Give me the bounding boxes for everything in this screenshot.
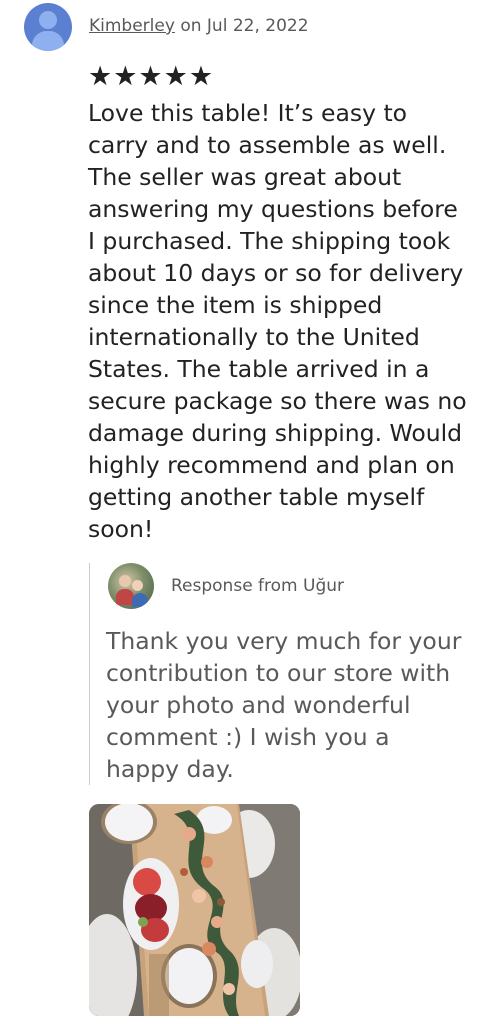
star-rating: ★★★★★	[88, 61, 215, 92]
review-header: Kimberley on Jul 22, 2022	[24, 3, 309, 51]
avatar-person-2-shape	[132, 580, 143, 591]
review-meta: Kimberley on Jul 22, 2022	[89, 16, 309, 36]
response-header: Response from Uğur	[108, 563, 469, 609]
review-text: Love this table! It’s easy to carry and …	[88, 99, 467, 543]
review-photo[interactable]	[89, 804, 300, 1016]
reviewer-avatar[interactable]	[24, 3, 72, 51]
avatar-person-1-shape	[119, 575, 131, 587]
response-text: Thank you very much for your contributio…	[106, 627, 462, 783]
seller-response: Response from Uğur Thank you very much f…	[89, 563, 469, 785]
shop-owner-avatar[interactable]	[108, 563, 154, 609]
review-photo-illustration	[89, 804, 300, 1016]
review-date: on Jul 22, 2022	[174, 16, 309, 36]
avatar-person-2-body	[132, 593, 148, 607]
avatar-body-shape	[32, 31, 64, 51]
avatar-head-shape	[39, 11, 57, 29]
response-label: Response from Uğur	[171, 576, 345, 596]
reviewer-name-link[interactable]: Kimberley	[89, 16, 175, 36]
